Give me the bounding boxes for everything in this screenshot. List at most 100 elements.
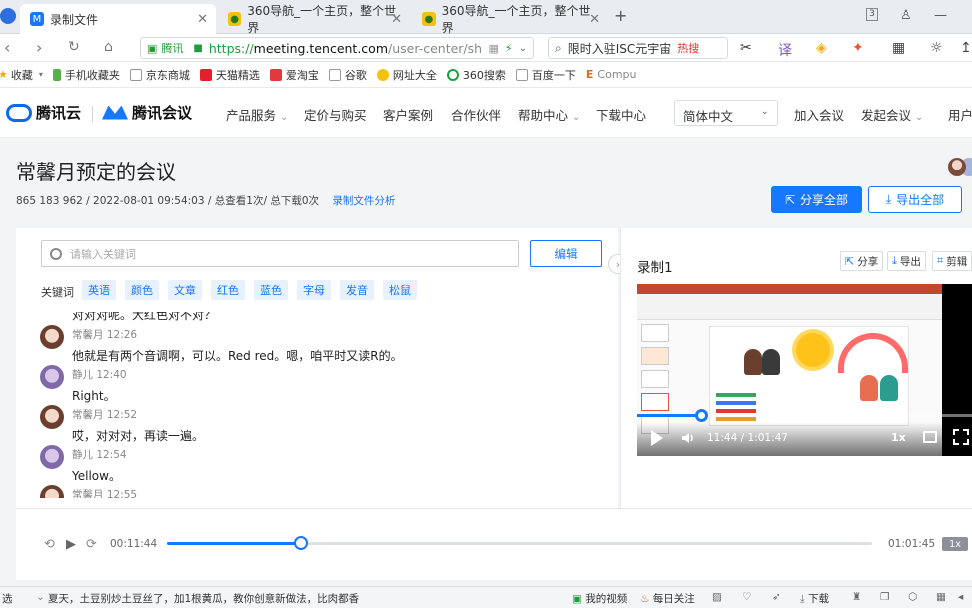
qr-icon[interactable]: ▦ [488, 42, 498, 55]
speaker-icon[interactable]: ◂ [958, 591, 963, 603]
tencent-cloud-logo[interactable]: 腾讯云 [6, 102, 81, 123]
close-icon[interactable]: ✕ [589, 12, 600, 27]
shirt-icon[interactable]: ♙ [900, 8, 912, 23]
rewind-icon[interactable]: ⟲ [44, 537, 55, 552]
keyword-tag[interactable]: 颜色 [125, 280, 159, 300]
transcript-list[interactable]: 对对对呢。大红色对不对？ 常馨月 12:26 他就是有两个音调啊，可以。Red … [40, 312, 600, 498]
url-input[interactable]: ▣ 腾讯 ■ https:// meeting.tencent.com /use… [140, 37, 534, 59]
list-item[interactable]: 静儿 12:40 Right。 [40, 365, 580, 405]
list-item[interactable]: 常馨月 12:26 他就是有两个音调啊，可以。Red red。嗯，咱平时又读R的… [40, 325, 580, 365]
tencent-meeting-logo[interactable]: 腾讯会议 [102, 102, 192, 123]
fox-icon[interactable]: ◈ [816, 40, 827, 56]
nav-partners[interactable]: 合作伙伴 [451, 105, 501, 124]
close-icon[interactable]: ✕ [197, 12, 208, 27]
bookmark-jd[interactable]: 京东商城 [129, 67, 190, 83]
video-speed-button[interactable]: 1x [891, 431, 906, 444]
bookmark-google[interactable]: 谷歌 [328, 67, 367, 83]
news-ticker[interactable]: 夏天，土豆别炒土豆丝了，加1根黄瓜，教你创意新做法，比肉都香 [48, 591, 359, 606]
export-button[interactable]: ⤓ 导出 [887, 251, 926, 271]
browser-search-box[interactable]: ⌕ 限时入驻ISC元宇宙 热搜 [548, 37, 728, 59]
grid-icon[interactable]: ▦ [936, 591, 946, 603]
forward-icon[interactable]: ⟳ [86, 537, 97, 552]
bookmark-baidu[interactable]: 百度一下 [515, 67, 576, 83]
keyword-tag[interactable]: 蓝色 [254, 280, 288, 300]
browser-logo-icon[interactable] [0, 8, 16, 24]
back-icon[interactable]: ‹ [4, 38, 10, 57]
chevron-down-icon[interactable]: ⌄ [519, 43, 527, 54]
extension-icon[interactable]: ↥ [960, 40, 972, 56]
edit-transcript-button[interactable]: 编辑 [530, 240, 602, 267]
forward-icon[interactable]: › [36, 38, 42, 57]
keyword-tag[interactable]: 松鼠 [383, 280, 417, 300]
keyword-tag[interactable]: 红色 [211, 280, 245, 300]
picture-in-picture-icon[interactable] [923, 431, 937, 443]
bookmark-favorites[interactable]: ★ 收藏 ▾ [0, 67, 43, 83]
brightness-icon[interactable]: ☼ [930, 40, 943, 56]
nav-help[interactable]: 帮助中心 ⌄ [518, 105, 580, 124]
keyword-search-input[interactable]: 请输入关键词 [41, 240, 519, 267]
minimize-icon[interactable]: — [934, 8, 947, 23]
bookmark-taobao[interactable]: 爱淘宝 [269, 67, 319, 83]
start-meeting-link[interactable]: 发起会议 ⌄ [861, 105, 923, 124]
new-tab-button[interactable]: + [614, 6, 627, 25]
tab-360-nav-1[interactable]: ● 360导航_一个主页，整个世界 ✕ [218, 4, 410, 35]
tab-360-nav-2[interactable]: ● 360导航_一个主页，整个世界 ✕ [412, 4, 608, 35]
nav-cases[interactable]: 客户案例 [383, 105, 433, 124]
volume-icon[interactable] [681, 431, 695, 445]
nav-pricing[interactable]: 定价与购买 [304, 105, 367, 124]
list-item[interactable]: 静儿 12:54 Yellow。 [40, 445, 580, 485]
nav-products[interactable]: 产品服务 ⌄ [226, 105, 288, 124]
download-link[interactable]: ⤓ 下载 [800, 591, 829, 606]
player-progress-handle[interactable] [293, 536, 308, 550]
chevron-down-icon[interactable]: ⌄ [36, 591, 45, 603]
keyword-tag[interactable]: 文章 [168, 280, 202, 300]
video-progress-bar[interactable] [637, 409, 972, 422]
copy-icon[interactable]: ❐ [880, 591, 889, 603]
tab-count-badge[interactable]: 3 [866, 8, 878, 21]
heart-icon[interactable]: ♡ [742, 591, 751, 603]
list-item[interactable]: 常馨月 12:55 [40, 485, 580, 498]
home-icon[interactable]: ⌂ [104, 39, 113, 55]
recording-analysis-link[interactable]: 录制文件分析 [332, 195, 395, 207]
scissors-icon[interactable]: ✂ [740, 40, 752, 56]
translate-icon[interactable]: 译 [778, 40, 792, 60]
bookmark-mobile[interactable]: 手机收藏夹 [52, 67, 120, 83]
play-icon[interactable] [651, 430, 663, 446]
daily-focus-link[interactable]: ♨ 每日关注 [640, 591, 695, 606]
hat-icon[interactable]: ♜ [852, 591, 861, 603]
nav-download[interactable]: 下载中心 [596, 105, 646, 124]
rocket-icon[interactable]: ➶ [772, 591, 781, 603]
player-progress-bar[interactable] [167, 536, 872, 550]
bookmark-compu[interactable]: E Compu [586, 68, 637, 81]
language-select[interactable]: 简体中文 ⌄ [674, 100, 778, 126]
list-item[interactable]: 常馨月 12:52 哎，对对对，再读一遍。 [40, 405, 580, 445]
join-meeting-link[interactable]: 加入会议 [794, 105, 844, 124]
export-all-button[interactable]: ⤓ 导出全部 [868, 186, 962, 213]
apps-grid-icon[interactable]: ▦ [892, 40, 905, 56]
cube-icon[interactable]: ⬡ [908, 591, 917, 603]
video-player[interactable]: 11:44 / 1:01:47 1x [637, 284, 972, 456]
share-all-button[interactable]: ⇱ 分享全部 [771, 186, 862, 213]
game-icon[interactable]: ✦ [852, 40, 864, 56]
tab-recording-files[interactable]: M 录制文件 ✕ [20, 4, 216, 34]
image-icon[interactable]: ▨ [712, 591, 722, 603]
avatar[interactable] [948, 158, 966, 176]
share-button[interactable]: ⇱ 分享 [840, 251, 884, 271]
video-progress-handle[interactable] [694, 409, 708, 422]
play-icon[interactable]: ▶ [66, 537, 76, 552]
keyword-tag[interactable]: 字母 [297, 280, 331, 300]
clip-button[interactable]: ⌗ 剪辑 [932, 251, 972, 271]
reload-icon[interactable]: ↻ [68, 39, 80, 55]
user-link[interactable]: 用户 [948, 105, 972, 124]
close-icon[interactable]: ✕ [391, 12, 402, 27]
bookmark-360-search[interactable]: 360搜索 [446, 67, 506, 83]
player-speed-button[interactable]: 1x [942, 537, 968, 551]
fullscreen-icon[interactable] [953, 429, 969, 445]
bookmark-hao[interactable]: 网址大全 [376, 67, 437, 83]
my-video-link[interactable]: ▣ 我的视频 [572, 591, 627, 606]
keyword-tag[interactable]: 发音 [340, 280, 374, 300]
keyword-tag[interactable]: 英语 [82, 280, 116, 300]
bookmark-tmall[interactable]: 天猫精选 [199, 67, 260, 83]
meeting-logo-icon [102, 105, 128, 120]
lightning-icon[interactable]: ⚡ [505, 42, 513, 55]
